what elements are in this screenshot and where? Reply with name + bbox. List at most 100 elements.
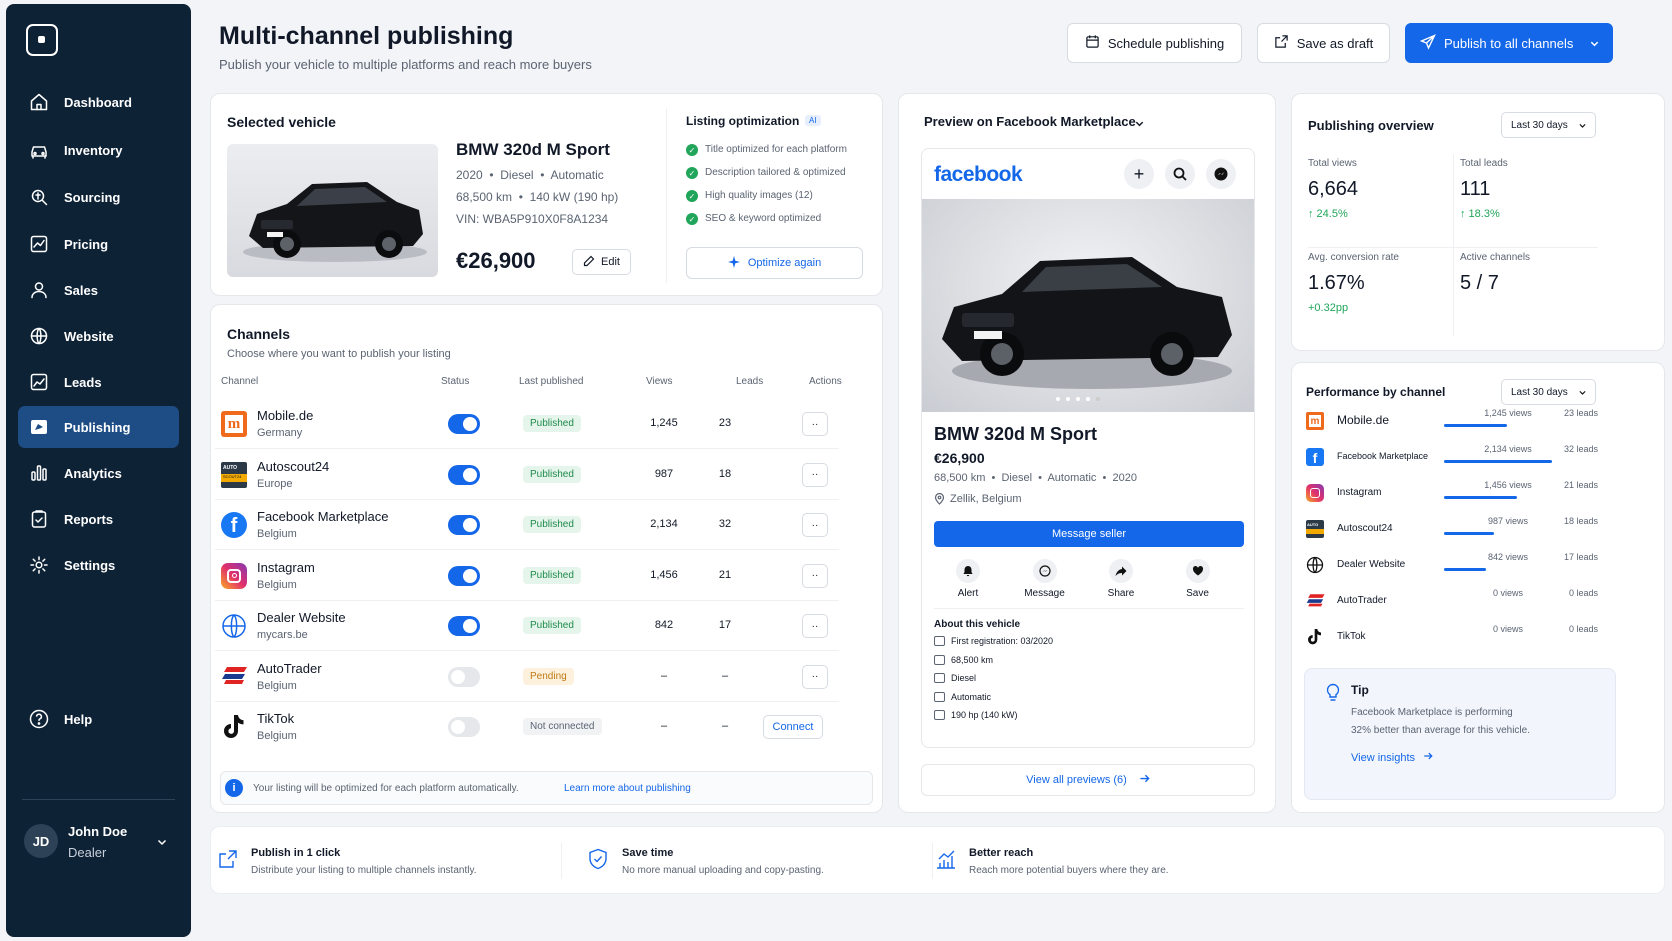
optimize-label: Optimize again	[747, 257, 822, 269]
preview-action-alert[interactable]: Alert	[938, 559, 998, 599]
app-logo[interactable]	[26, 24, 58, 56]
divider	[934, 608, 1244, 609]
sidebar-item-settings[interactable]: Settings	[18, 544, 179, 586]
range-label: Last 30 days	[1511, 119, 1568, 131]
message-seller-button[interactable]: Message seller	[934, 521, 1244, 547]
performance-views: 1,245 views	[1484, 408, 1532, 418]
channel-toggle[interactable]	[448, 666, 480, 687]
channel-toggle[interactable]	[448, 616, 480, 636]
send-icon	[1419, 33, 1436, 53]
fuel-icon	[934, 673, 945, 683]
edit-price-button[interactable]: Edit	[572, 249, 631, 275]
autotrader-logo	[1306, 592, 1326, 611]
sidebar-item-sales[interactable]: Sales	[18, 269, 179, 311]
preview-action-share[interactable]: Share	[1091, 559, 1151, 599]
sidebar-item-pricing[interactable]: Pricing	[18, 223, 179, 265]
sidebar-item-reports[interactable]: Reports	[18, 498, 179, 540]
sidebar-item-label: Website	[64, 328, 114, 344]
page-title: Multi-channel publishing	[219, 22, 514, 50]
tip-text-1: Facebook Marketplace is performing	[1351, 707, 1513, 718]
table-row: AUTO SCOUT24 Autoscout24 Europe Published 987…	[215, 450, 839, 500]
calendar-icon	[934, 636, 945, 646]
sidebar-item-analytics[interactable]: Analytics	[18, 452, 179, 494]
sidebar-item-leads[interactable]: Leads	[18, 361, 179, 403]
channel-toggle[interactable]	[448, 464, 480, 485]
stat-value: 111	[1460, 178, 1491, 200]
share-box-icon	[217, 848, 239, 873]
channel-toggle[interactable]	[448, 717, 480, 737]
performance-leads: 21 leads	[1563, 480, 1598, 490]
divider	[932, 843, 933, 879]
sourcing-icon	[28, 186, 50, 208]
sidebar-item-publishing[interactable]: Publishing	[18, 406, 179, 448]
publish-all-button[interactable]: Publish to all channels	[1405, 23, 1613, 63]
more-options-icon[interactable]: ··	[802, 664, 828, 689]
sidebar-item-help[interactable]: Help	[18, 698, 179, 740]
performance-channel-name: TikTok	[1337, 631, 1366, 642]
feature-text: Reach more potential buyers where they a…	[969, 865, 1169, 876]
channel-toggle[interactable]	[448, 414, 480, 434]
preview-action-save[interactable]: Save	[1168, 559, 1228, 599]
leads-chart-icon	[28, 371, 50, 393]
column-header: Views	[646, 376, 673, 387]
search-icon[interactable]	[1165, 159, 1195, 189]
more-options-icon[interactable]: ··	[802, 614, 828, 638]
channel-region: Europe	[257, 477, 293, 490]
sidebar-item-inventory[interactable]: Inventory	[18, 129, 179, 171]
overview-range-select[interactable]: Last 30 days	[1501, 112, 1596, 138]
channel-toggle[interactable]	[448, 565, 480, 586]
sales-person-icon	[28, 279, 50, 301]
channel-name: Facebook Marketplace	[257, 509, 389, 524]
instagram-logo-icon	[1306, 484, 1324, 502]
status-badge: Published	[523, 415, 581, 432]
sidebar-item-label: Help	[64, 711, 93, 727]
schedule-publishing-button[interactable]: Schedule publishing	[1067, 23, 1242, 63]
sidebar-item-website[interactable]: Website	[18, 315, 179, 357]
more-options-icon[interactable]: ··	[802, 563, 828, 588]
info-icon: i	[225, 779, 243, 797]
preview-card: Preview on Facebook Marketplace facebook…	[898, 93, 1276, 813]
view-insights-label: View insights	[1351, 751, 1415, 764]
sidebar-item-sourcing[interactable]: Sourcing	[18, 176, 179, 218]
preview-action-message[interactable]: Message	[1015, 559, 1075, 599]
chevron-down-icon[interactable]	[156, 836, 168, 851]
connect-button[interactable]: Connect	[763, 715, 823, 739]
view-insights-link[interactable]: View insights	[1351, 751, 1433, 764]
channel-leads: 32	[718, 518, 732, 530]
mobile-de-logo: m	[1306, 412, 1324, 430]
channel-leads: 23	[718, 417, 732, 429]
optimize-again-button[interactable]: Optimize again	[686, 247, 863, 279]
save-draft-button[interactable]: Save as draft	[1257, 23, 1390, 63]
optimization-item: Title optimized for each platform	[705, 144, 847, 155]
check-icon: ✓	[686, 190, 698, 202]
more-options-icon[interactable]: ··	[802, 412, 828, 436]
performance-range-select[interactable]: Last 30 days	[1501, 379, 1596, 405]
table-row: AutoTrader Belgium Pending – – ··	[215, 652, 839, 702]
performance-card: Performance by channel Last 30 days Tip …	[1291, 362, 1665, 813]
plus-icon[interactable]: +	[1124, 159, 1154, 189]
sidebar-item-dashboard[interactable]: Dashboard	[18, 81, 179, 123]
reports-icon	[28, 508, 50, 530]
channel-name: TikTok	[257, 711, 295, 726]
sidebar-item-label: Leads	[64, 374, 102, 390]
performance-channel-name: AutoTrader	[1337, 595, 1387, 606]
check-icon: ✓	[686, 144, 698, 156]
more-options-icon[interactable]: ··	[802, 513, 828, 537]
learn-more-link[interactable]: Learn more about publishing	[564, 783, 691, 794]
performance-channel-name: Dealer Website	[1337, 559, 1406, 570]
tiktok-logo-icon	[1306, 628, 1322, 649]
chevron-down-icon[interactable]	[1589, 37, 1600, 52]
performance-views: 1,456 views	[1484, 480, 1532, 490]
tip-box: Tip Facebook Marketplace is performing 3…	[1304, 668, 1616, 800]
action-label: Alert	[957, 588, 979, 599]
sidebar-item-label: Pricing	[64, 236, 109, 252]
preview-location: Zellik, Belgium	[950, 493, 1022, 505]
more-options-icon[interactable]: ··	[802, 462, 828, 487]
channel-toggle[interactable]	[448, 515, 480, 535]
view-all-previews-button[interactable]: View all previews (6)	[921, 764, 1255, 796]
chevron-down-icon[interactable]	[1134, 117, 1145, 132]
messenger-icon[interactable]	[1206, 159, 1236, 189]
avatar[interactable]: JD	[24, 824, 58, 858]
user-name: John Doe	[68, 824, 128, 839]
about-item: 68,500 km	[951, 654, 994, 665]
